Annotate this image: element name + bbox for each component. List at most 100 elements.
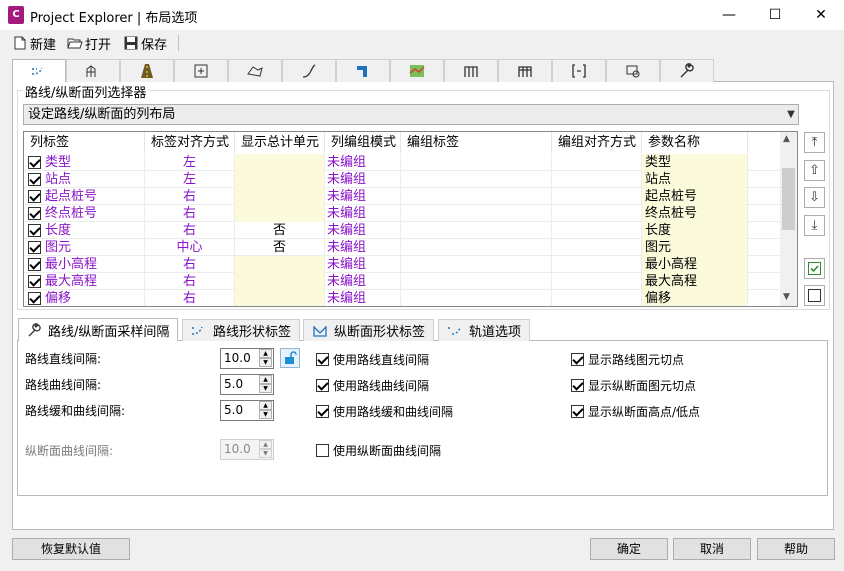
row-visible-checkbox[interactable] bbox=[28, 190, 41, 203]
parameter-name-cell[interactable]: 终点桩号 bbox=[642, 205, 748, 222]
row-visible-checkbox[interactable] bbox=[28, 207, 41, 220]
pipe-tab[interactable] bbox=[282, 59, 336, 82]
checkbox[interactable] bbox=[316, 444, 329, 457]
chevron-down-icon[interactable]: ▼ bbox=[783, 104, 799, 125]
layout-dropdown[interactable]: 设定路线/纵断面的列布局 bbox=[23, 104, 799, 125]
label-align-cell[interactable]: 右 bbox=[145, 205, 235, 222]
group-label-cell[interactable] bbox=[401, 222, 552, 239]
corridor-tab[interactable] bbox=[120, 59, 174, 82]
column-label-cell[interactable]: 长度 bbox=[24, 222, 145, 239]
point-tab[interactable] bbox=[606, 59, 660, 82]
alignment-tab[interactable] bbox=[12, 59, 66, 83]
show-alignment-tangent-points-checkbox[interactable]: 显示路线图元切点 bbox=[571, 351, 684, 368]
column-header[interactable]: 参数名称 bbox=[642, 132, 748, 153]
show-total-cell[interactable] bbox=[235, 154, 325, 171]
row-visible-checkbox[interactable] bbox=[28, 258, 41, 271]
show-total-cell[interactable] bbox=[235, 188, 325, 205]
move-top-button[interactable]: ⤒ bbox=[804, 132, 825, 153]
row-visible-checkbox[interactable] bbox=[28, 241, 41, 254]
group-mode-cell[interactable]: 未编组 bbox=[325, 256, 401, 273]
assembly-tab[interactable] bbox=[174, 59, 228, 82]
group-align-cell[interactable] bbox=[552, 256, 642, 273]
alignment-curve-interval-stepper[interactable]: ▲ ▼ bbox=[259, 375, 272, 394]
column-header[interactable]: 标签对齐方式 bbox=[145, 132, 235, 153]
group-mode-cell[interactable]: 未编组 bbox=[325, 239, 401, 256]
column-label-cell[interactable]: 站点 bbox=[24, 171, 145, 188]
checkbox[interactable] bbox=[571, 379, 584, 392]
ok-button[interactable]: 确定 bbox=[590, 538, 668, 560]
row-visible-checkbox[interactable] bbox=[28, 173, 41, 186]
column-label-cell[interactable]: 最大高程 bbox=[24, 273, 145, 290]
parameter-name-cell[interactable]: 偏移 bbox=[642, 290, 748, 306]
group-mode-cell[interactable]: 未编组 bbox=[325, 222, 401, 239]
show-total-cell[interactable] bbox=[235, 171, 325, 188]
checkbox[interactable] bbox=[316, 379, 329, 392]
checkbox[interactable] bbox=[571, 353, 584, 366]
group-mode-cell[interactable]: 未编组 bbox=[325, 205, 401, 222]
show-total-cell[interactable] bbox=[235, 273, 325, 290]
appurtenance-tab[interactable] bbox=[552, 59, 606, 82]
table-row[interactable]: 偏移 右 未编组 偏移 bbox=[24, 290, 781, 306]
group-align-cell[interactable] bbox=[552, 273, 642, 290]
column-label-cell[interactable]: 起点桩号 bbox=[24, 188, 145, 205]
group-mode-cell[interactable]: 未编组 bbox=[325, 154, 401, 171]
group-align-cell[interactable] bbox=[552, 222, 642, 239]
show-total-cell[interactable] bbox=[235, 256, 325, 273]
label-align-cell[interactable]: 左 bbox=[145, 171, 235, 188]
column-header[interactable]: 编组对齐方式 bbox=[552, 132, 642, 153]
new-button[interactable]: 新建 bbox=[12, 33, 56, 53]
move-bottom-button[interactable]: ⤓ bbox=[804, 215, 825, 236]
table-row[interactable]: 最大高程 右 未编组 最大高程 bbox=[24, 273, 781, 290]
row-visible-checkbox[interactable] bbox=[28, 224, 41, 237]
table-row[interactable]: 起点桩号 右 未编组 起点桩号 bbox=[24, 188, 781, 205]
profile-tab[interactable] bbox=[66, 59, 120, 82]
parameter-name-cell[interactable]: 长度 bbox=[642, 222, 748, 239]
checkbox[interactable] bbox=[316, 405, 329, 418]
parameter-name-cell[interactable]: 图元 bbox=[642, 239, 748, 256]
column-label-cell[interactable]: 图元 bbox=[24, 239, 145, 256]
group-label-cell[interactable] bbox=[401, 154, 552, 171]
use-curve-interval-checkbox[interactable]: 使用路线曲线间隔 bbox=[316, 377, 429, 394]
check-all-button[interactable] bbox=[804, 258, 825, 279]
label-align-cell[interactable]: 右 bbox=[145, 256, 235, 273]
structure-tab[interactable] bbox=[336, 59, 390, 82]
group-label-cell[interactable] bbox=[401, 290, 552, 306]
show-total-cell[interactable]: 否 bbox=[235, 222, 325, 239]
tab-alignment-labels[interactable]: 路线形状标签 bbox=[182, 319, 301, 341]
label-align-cell[interactable]: 右 bbox=[145, 222, 235, 239]
label-align-cell[interactable]: 右 bbox=[145, 290, 235, 306]
group-label-cell[interactable] bbox=[401, 205, 552, 222]
parameter-name-cell[interactable]: 站点 bbox=[642, 171, 748, 188]
table-row[interactable]: 站点 左 未编组 站点 bbox=[24, 171, 781, 188]
group-align-cell[interactable] bbox=[552, 290, 642, 306]
label-align-cell[interactable]: 左 bbox=[145, 154, 235, 171]
group-align-cell[interactable] bbox=[552, 171, 642, 188]
column-header[interactable]: 列标签 bbox=[24, 132, 145, 153]
minimize-button[interactable]: — bbox=[706, 0, 752, 30]
parameter-name-cell[interactable]: 最小高程 bbox=[642, 256, 748, 273]
group-align-cell[interactable] bbox=[552, 188, 642, 205]
group-mode-cell[interactable]: 未编组 bbox=[325, 171, 401, 188]
column-label-cell[interactable]: 偏移 bbox=[24, 290, 145, 306]
show-total-cell[interactable] bbox=[235, 205, 325, 222]
group-mode-cell[interactable]: 未编组 bbox=[325, 290, 401, 306]
checkbox[interactable] bbox=[571, 405, 584, 418]
use-profile-curve-interval-checkbox[interactable]: 使用纵断面曲线间隔 bbox=[316, 442, 441, 459]
group-align-cell[interactable] bbox=[552, 239, 642, 256]
table-row[interactable]: 长度 右否未编组 长度 bbox=[24, 222, 781, 239]
tab-sampling-interval[interactable]: 路线/纵断面采样间隔 bbox=[18, 318, 179, 341]
row-visible-checkbox[interactable] bbox=[28, 292, 41, 305]
label-align-cell[interactable]: 中心 bbox=[145, 239, 235, 256]
cancel-button[interactable]: 取消 bbox=[673, 538, 751, 560]
table-row[interactable]: 类型 左 未编组 类型 bbox=[24, 154, 781, 171]
fitting-tab[interactable] bbox=[498, 59, 552, 82]
help-button[interactable]: 帮助 bbox=[757, 538, 835, 560]
label-align-cell[interactable]: 右 bbox=[145, 188, 235, 205]
parameter-name-cell[interactable]: 最大高程 bbox=[642, 273, 748, 290]
scroll-up-arrow-icon[interactable]: ▲ bbox=[783, 134, 790, 144]
checkbox[interactable] bbox=[316, 353, 329, 366]
move-down-button[interactable]: ⇩ bbox=[804, 187, 825, 208]
group-label-cell[interactable] bbox=[401, 239, 552, 256]
show-total-cell[interactable] bbox=[235, 290, 325, 306]
use-tangent-interval-checkbox[interactable]: 使用路线直线间隔 bbox=[316, 351, 429, 368]
